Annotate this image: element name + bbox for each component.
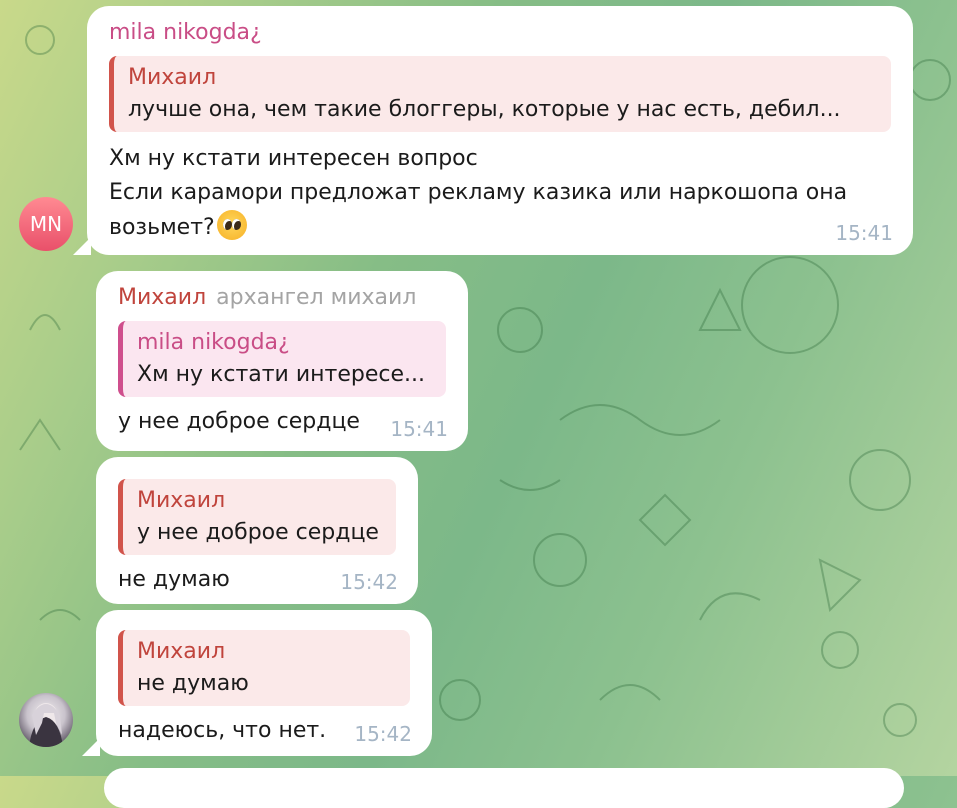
message-text-line: Если карамори предложат рекламу казика и… <box>109 180 848 205</box>
reply-sender-name: Михаил <box>137 639 226 664</box>
message-text-line: Хм ну кстати интересен вопрос <box>109 146 478 171</box>
sender-name[interactable]: mila nikogda¿ <box>109 18 891 48</box>
message-bubble[interactable]: Михаил архангел михаил mila nikogda¿ Хм н… <box>96 271 468 451</box>
reply-text: Хм ну кстати интересе... <box>137 362 425 387</box>
message-bubble[interactable]: Михаил не думаю надеюсь, что нет. 15:42 <box>82 610 432 756</box>
reply-quote[interactable]: Михаил не думаю <box>118 630 410 706</box>
reply-sender-name: mila nikogda¿ <box>137 330 290 355</box>
sender-header: Михаил архангел михаил <box>118 283 446 313</box>
message-time: 15:41 <box>390 417 448 441</box>
bubble-tail <box>73 237 91 255</box>
message-time: 15:42 <box>354 722 412 746</box>
sender-name[interactable]: Михаил <box>118 285 206 310</box>
message-time: 15:41 <box>835 221 893 245</box>
bubble-tail <box>82 738 100 756</box>
reply-sender-name: Михаил <box>137 488 226 513</box>
reply-sender-name: Михаил <box>128 65 217 90</box>
reply-quote[interactable]: mila nikogda¿ Хм ну кстати интересе... <box>118 321 446 397</box>
reply-quote[interactable]: Михаил лучше она, чем такие блоггеры, ко… <box>109 56 891 132</box>
pleading-face-icon <box>216 210 247 240</box>
message-text: возьмет? <box>109 215 215 240</box>
message-text-line: возьмет? <box>109 210 891 245</box>
message-time: 15:42 <box>340 570 398 594</box>
avatar[interactable] <box>19 693 73 747</box>
avatar-image-icon <box>29 703 63 747</box>
message-bubble[interactable]: Михаил у нее доброе сердце не думаю 15:4… <box>96 457 418 604</box>
reply-quote[interactable]: Михаил у нее доброе сердце <box>118 479 396 555</box>
message-bubble[interactable]: mila nikogda¿ Михаил лучше она, чем таки… <box>73 6 913 255</box>
avatar[interactable]: MN <box>19 197 73 251</box>
reply-text: у нее доброе сердце <box>137 520 379 545</box>
reply-text: не думаю <box>137 671 249 696</box>
reply-text: лучше она, чем такие блоггеры, которые у… <box>128 97 841 122</box>
sender-rank: архангел михаил <box>216 285 417 310</box>
message-bubble[interactable] <box>104 768 904 808</box>
